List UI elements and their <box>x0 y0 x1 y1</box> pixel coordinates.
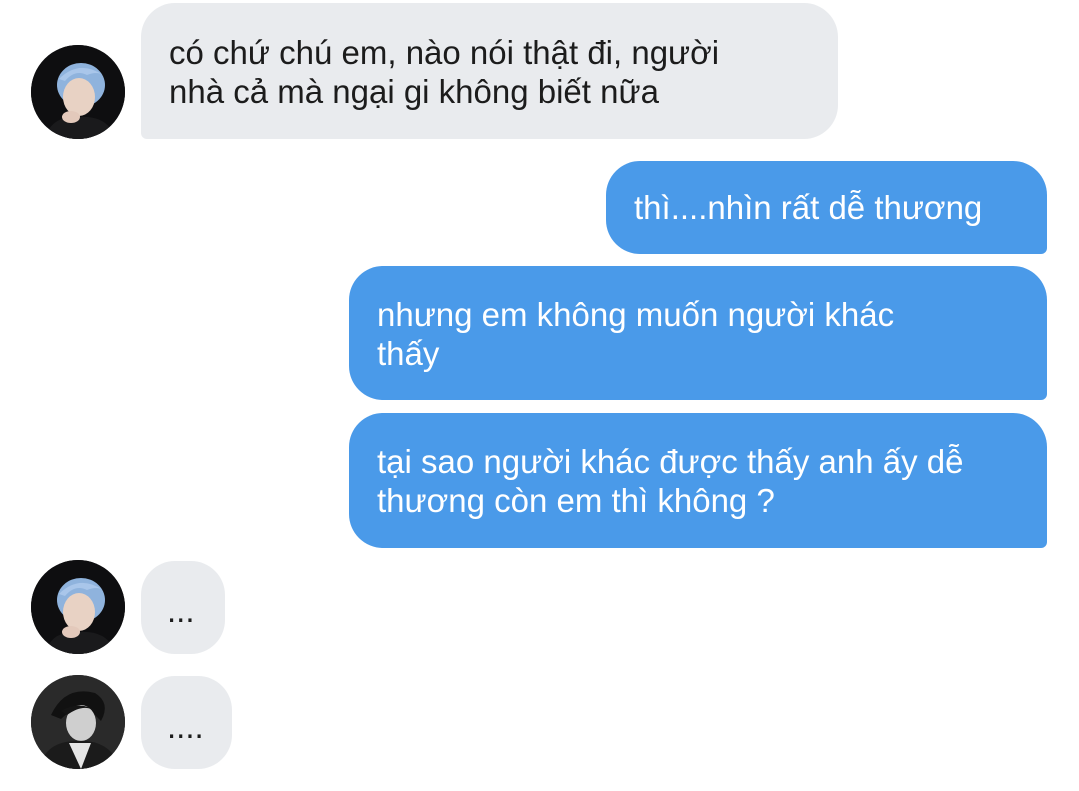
message-incoming: .... <box>141 676 232 769</box>
avatar-blue-hair[interactable] <box>31 45 125 139</box>
avatar-photo-blue-hair-icon <box>31 45 125 139</box>
avatar-black-white[interactable] <box>31 675 125 769</box>
avatar-blue-hair[interactable] <box>31 560 125 654</box>
message-incoming: ... <box>141 561 225 654</box>
message-incoming: có chứ chú em, nào nói thật đi, người nh… <box>141 3 838 139</box>
avatar-photo-black-white-icon <box>31 675 125 769</box>
message-outgoing: thì....nhìn rất dễ thương <box>606 161 1047 254</box>
message-outgoing: tại sao người khác được thấy anh ấy dễ t… <box>349 413 1047 548</box>
message-outgoing: nhưng em không muốn người khác thấy <box>349 266 1047 400</box>
avatar-photo-blue-hair-icon <box>31 560 125 654</box>
